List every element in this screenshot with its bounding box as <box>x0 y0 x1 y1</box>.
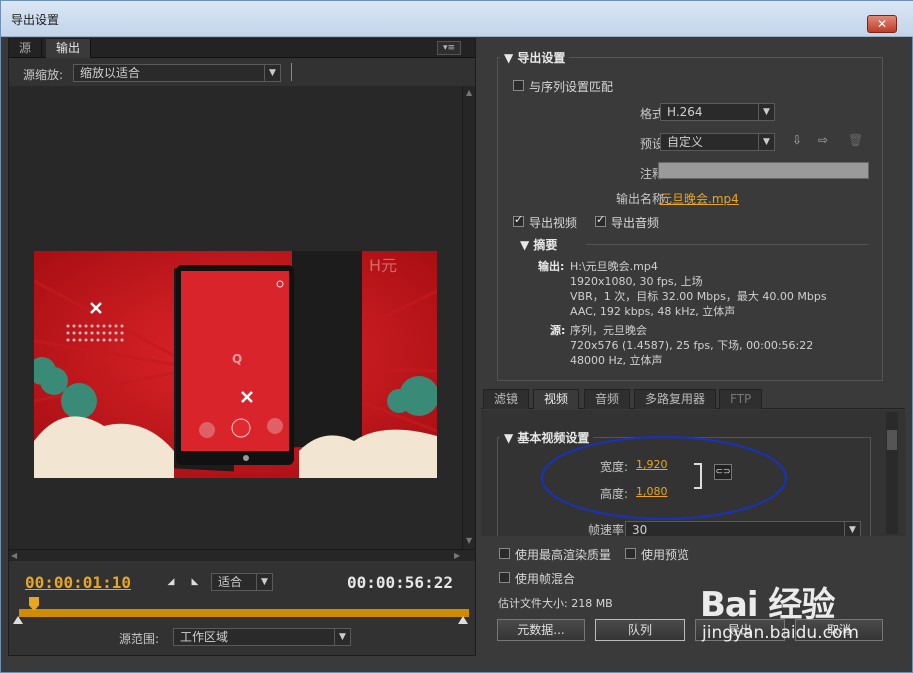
summary-title[interactable]: ▼ 摘要 <box>516 236 562 253</box>
duration-timecode: 00:00:56:22 <box>347 573 453 592</box>
frame-blending-label: 使用帧混合 <box>515 572 576 586</box>
video-settings-scrollbar[interactable] <box>886 412 898 534</box>
summary-source-line: 序列，元旦晚会 <box>570 324 647 337</box>
export-settings-title[interactable]: ▼ 导出设置 <box>500 49 570 66</box>
estimated-file-size: 估计文件大小: 218 MB <box>498 597 613 610</box>
current-timecode[interactable]: 00:00:01:10 <box>25 573 131 592</box>
output-name-link[interactable]: 元旦晚会.mp4 <box>660 190 739 207</box>
chevron-down-icon: ▼ <box>758 104 774 120</box>
preview-tab-bar: 源 输出 ▾≡ <box>9 39 475 58</box>
export-audio-label: 导出音频 <box>611 216 660 230</box>
tab-multiplexer[interactable]: 多路复用器 <box>634 389 717 409</box>
svg-text:Q: Q <box>232 352 242 366</box>
chevron-down-icon: ▼ <box>334 629 350 645</box>
tab-ftp[interactable]: FTP <box>719 389 763 409</box>
summary-source-line: 720x576 (1.4587), 25 fps, 下场, 00:00:56:2… <box>570 339 814 352</box>
tab-source[interactable]: 源 <box>9 39 43 58</box>
scroll-right-icon[interactable]: ▶ <box>454 551 460 560</box>
chevron-down-icon: ▼ <box>844 522 860 536</box>
source-scale-label: 源缩放: <box>23 68 64 82</box>
source-range-dropdown[interactable]: 工作区域 ▼ <box>173 628 351 646</box>
source-range-value: 工作区域 <box>180 630 229 644</box>
panel-menu-icon[interactable]: ▾≡ <box>437 41 461 55</box>
basic-video-settings-title[interactable]: ▼ 基本视频设置 <box>500 429 594 446</box>
toolbar-divider <box>291 63 292 81</box>
title-bar: 导出设置 ✕ <box>1 1 913 37</box>
set-in-point-icon[interactable]: ◢ <box>165 576 177 588</box>
format-label: 格式: <box>639 107 668 121</box>
format-dropdown[interactable]: H.264 ▼ <box>660 103 775 121</box>
summary-output-line: 1920x1080, 30 fps, 上场 <box>570 275 703 288</box>
metadata-button[interactable]: 元数据... <box>497 619 585 641</box>
in-point-marker[interactable] <box>13 616 23 624</box>
chevron-down-icon: ▼ <box>256 574 272 590</box>
import-preset-icon[interactable]: ⇨ <box>818 133 828 147</box>
frame-rate-dropdown[interactable]: 30 ▼ <box>625 521 861 536</box>
tab-output[interactable]: 输出 <box>46 39 92 58</box>
video-overlay-text: H元 <box>369 256 397 275</box>
window-title: 导出设置 <box>11 13 60 27</box>
preview-panel: 源 输出 ▾≡ 源缩放: 缩放以适合 ▼ Q H元 ▲ ▼ ◀ ▶ 00:00:… <box>8 38 476 656</box>
use-preview-checkbox[interactable] <box>625 548 636 559</box>
max-render-quality-label: 使用最高渲染质量 <box>515 548 612 562</box>
preset-label: 预设: <box>639 137 668 151</box>
watermark-logo: Bai 经验 <box>700 585 835 625</box>
export-settings-group: ▼ 导出设置 与序列设置匹配 格式: H.264 ▼ 预设: 自定义 ▼ ⇩ ⇨… <box>497 49 883 381</box>
preset-value: 自定义 <box>667 135 704 149</box>
chevron-down-icon: ▼ <box>264 65 280 81</box>
source-range-label: 源范围: <box>119 632 160 646</box>
export-settings-window: 导出设置 ✕ 源 输出 ▾≡ 源缩放: 缩放以适合 ▼ Q H元 ▲ ▼ ◀ ▶… <box>0 0 913 673</box>
summary-source-line: 48000 Hz, 立体声 <box>570 354 663 367</box>
match-sequence-label: 与序列设置匹配 <box>529 80 614 94</box>
source-scale-dropdown[interactable]: 缩放以适合 ▼ <box>73 64 281 82</box>
summary-output-line: AAC, 192 kbps, 48 kHz, 立体声 <box>570 305 736 318</box>
scroll-down-icon[interactable]: ▼ <box>466 536 472 545</box>
queue-button[interactable]: 队列 <box>595 619 685 641</box>
output-name-label: 输出名称: <box>615 192 668 206</box>
video-frame-image: Q H元 <box>34 251 437 478</box>
comment-field[interactable] <box>658 162 869 179</box>
max-render-quality-checkbox[interactable] <box>499 548 510 559</box>
fit-dropdown[interactable]: 适合 ▼ <box>211 573 273 591</box>
frame-rate-value: 30 <box>632 523 648 536</box>
preset-dropdown[interactable]: 自定义 ▼ <box>660 133 775 151</box>
timeline-bar[interactable] <box>19 609 469 617</box>
settings-tab-bar: 滤镜 视频 音频 多路复用器 FTP <box>481 389 905 409</box>
settings-panel: ▼ 导出设置 与序列设置匹配 格式: H.264 ▼ 预设: 自定义 ▼ ⇩ ⇨… <box>481 38 905 656</box>
preview-area: Q H元 <box>9 86 463 550</box>
export-video-label: 导出视频 <box>529 216 578 230</box>
tab-audio[interactable]: 音频 <box>584 389 631 409</box>
baidu-watermark: Bai 经验 jingyan.baidu.com <box>700 577 910 647</box>
summary-source-label: 源: <box>550 324 566 337</box>
export-video-checkbox[interactable] <box>513 213 524 227</box>
frame-rate-label: 帧速率: <box>587 523 628 536</box>
summary-output-line: VBR，1 次，目标 32.00 Mbps，最大 40.00 Mbps <box>570 290 827 303</box>
video-preview-frame: Q H元 <box>34 251 437 478</box>
save-preset-icon[interactable]: ⇩ <box>792 133 802 147</box>
use-preview-label: 使用预览 <box>641 548 690 562</box>
summary-output-line: H:\元旦晚会.mp4 <box>570 260 658 273</box>
scrollbar-thumb[interactable] <box>887 430 897 450</box>
tab-video[interactable]: 视频 <box>533 389 580 409</box>
tab-filters[interactable]: 滤镜 <box>483 389 530 409</box>
fit-value: 适合 <box>218 575 243 589</box>
set-out-point-icon[interactable]: ◣ <box>189 576 201 588</box>
format-value: H.264 <box>667 105 703 119</box>
preview-horizontal-scrollbar[interactable]: ◀ ▶ <box>9 549 475 561</box>
source-scale-value: 缩放以适合 <box>80 66 141 80</box>
scroll-left-icon[interactable]: ◀ <box>11 551 17 560</box>
preview-vertical-scrollbar[interactable]: ▲ ▼ <box>462 86 475 550</box>
out-point-marker[interactable] <box>458 616 468 624</box>
delete-preset-icon[interactable]: 🗑 <box>848 133 863 147</box>
annotation-ellipse <box>541 436 787 520</box>
summary-divider <box>586 244 868 245</box>
frame-blending-checkbox[interactable] <box>499 572 510 583</box>
close-button[interactable]: ✕ <box>867 15 897 33</box>
summary-output-label: 输出: <box>538 260 565 273</box>
export-audio-checkbox[interactable] <box>595 213 606 227</box>
match-sequence-checkbox[interactable] <box>513 80 524 91</box>
chevron-down-icon: ▼ <box>758 134 774 150</box>
scroll-up-icon[interactable]: ▲ <box>466 88 472 97</box>
watermark-url: jingyan.baidu.com <box>702 623 859 643</box>
